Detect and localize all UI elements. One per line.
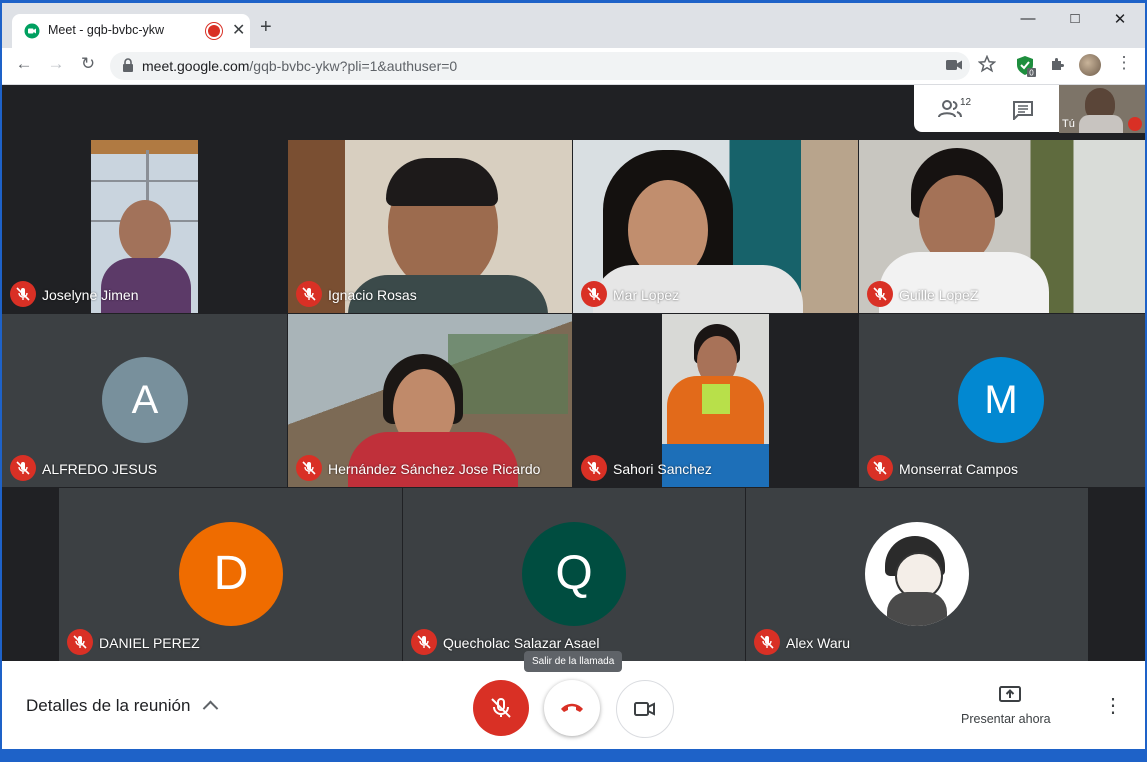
mic-off-icon xyxy=(296,455,322,481)
address-bar[interactable]: meet.google.com/gqb-bvbc-ykw?pli=1&authu… xyxy=(110,52,970,80)
mic-off-icon xyxy=(296,281,322,307)
participant-name: Quecholac Salazar Asael xyxy=(443,635,600,651)
tab-strip: Meet - gqb-bvbc-ykw ✕ + — □ ✕ xyxy=(2,3,1145,48)
profile-avatar[interactable] xyxy=(1079,54,1101,76)
mic-off-icon xyxy=(10,455,36,481)
leave-call-tooltip: Salir de la llamada xyxy=(524,651,623,672)
participant-tile[interactable]: Q Quecholac Salazar Asael xyxy=(403,488,745,661)
chat-icon[interactable] xyxy=(1012,100,1034,120)
microphone-toggle-button[interactable] xyxy=(473,680,529,736)
participant-name: Ignacio Rosas xyxy=(328,287,417,303)
participant-tile[interactable]: Mar Lopez xyxy=(573,140,858,313)
new-tab-button[interactable]: + xyxy=(260,17,272,37)
recording-indicator-icon xyxy=(208,25,220,37)
back-icon[interactable]: ← xyxy=(12,54,36,74)
participant-name: Guille LopeZ xyxy=(899,287,979,303)
browser-window: Meet - gqb-bvbc-ykw ✕ + — □ ✕ ← → ↻ meet… xyxy=(2,3,1145,749)
camera-toggle-button[interactable] xyxy=(616,680,674,738)
participant-tile[interactable]: D DANIEL PEREZ xyxy=(59,488,402,661)
more-options-icon[interactable]: ⋮ xyxy=(1103,696,1123,716)
participant-tile[interactable]: Hernández Sánchez Jose Ricardo xyxy=(288,314,572,487)
participant-tile[interactable]: M Monserrat Campos xyxy=(859,314,1145,487)
meeting-details-label: Detalles de la reunión xyxy=(26,696,191,715)
lock-icon xyxy=(123,58,133,72)
mic-off-icon xyxy=(411,629,437,655)
tab-title: Meet - gqb-bvbc-ykw xyxy=(48,23,165,37)
mic-off-icon xyxy=(491,698,511,718)
mic-off-icon xyxy=(581,455,607,481)
browser-tab[interactable]: Meet - gqb-bvbc-ykw ✕ xyxy=(12,14,250,48)
participant-avatar: Q xyxy=(522,522,626,626)
close-window-icon[interactable]: ✕ xyxy=(1105,10,1135,28)
close-tab-icon[interactable]: ✕ xyxy=(232,20,245,40)
participant-tile[interactable]: Guille LopeZ xyxy=(859,140,1145,313)
mic-off-icon xyxy=(754,629,780,655)
browser-toolbar: ← → ↻ meet.google.com/gqb-bvbc-ykw?pli=1… xyxy=(2,48,1145,85)
video-camera-icon xyxy=(634,702,655,716)
participant-name: Alex Waru xyxy=(786,635,851,651)
participant-tile[interactable]: Joselyne Jimen xyxy=(2,140,287,313)
participant-name: Joselyne Jimen xyxy=(42,287,139,303)
mic-off-icon xyxy=(10,281,36,307)
reload-icon[interactable]: ↻ xyxy=(76,54,100,74)
present-screen-icon xyxy=(999,686,1021,702)
chevron-up-icon xyxy=(202,700,219,717)
shield-extension-icon[interactable]: 0 xyxy=(1016,55,1036,77)
participants-count: 12 xyxy=(960,97,972,108)
participant-name: Hernández Sánchez Jose Ricardo xyxy=(328,461,541,477)
svg-text:0: 0 xyxy=(1029,69,1034,78)
puzzle-extensions-icon[interactable] xyxy=(1049,55,1067,73)
participant-avatar: A xyxy=(102,357,188,443)
participant-avatar-image xyxy=(865,522,969,626)
camera-in-use-icon[interactable] xyxy=(946,59,962,71)
maximize-icon[interactable]: □ xyxy=(1060,10,1090,27)
present-now-button[interactable]: Presentar ahora xyxy=(952,679,1072,735)
mic-off-icon xyxy=(867,455,893,481)
url-text: meet.google.com/gqb-bvbc-ykw?pli=1&authu… xyxy=(142,58,458,74)
leave-call-button[interactable] xyxy=(544,680,600,736)
meet-favicon-icon xyxy=(24,23,40,39)
participant-tile[interactable]: Sahori Sanchez xyxy=(573,314,858,487)
participant-name: DANIEL PEREZ xyxy=(99,635,200,651)
present-now-label: Presentar ahora xyxy=(961,712,1051,726)
participant-name: ALFREDO JESUS xyxy=(42,461,158,477)
participant-name: Mar Lopez xyxy=(613,287,680,303)
mic-off-icon xyxy=(581,281,607,307)
meet-bottom-bar: Detalles de la reunión Presentar ahora ⋮ xyxy=(2,661,1145,749)
participant-name: Monserrat Campos xyxy=(899,461,1019,477)
bookmark-star-icon[interactable] xyxy=(978,55,996,73)
mic-off-icon xyxy=(867,281,893,307)
meeting-details-button[interactable]: Detalles de la reunión xyxy=(26,696,219,717)
self-mic-off-icon xyxy=(1128,117,1142,131)
participant-tile[interactable]: Alex Waru xyxy=(746,488,1088,661)
hang-up-icon xyxy=(561,703,583,712)
participant-name: Sahori Sanchez xyxy=(613,461,712,477)
minimize-icon[interactable]: — xyxy=(1013,10,1043,27)
forward-icon[interactable]: → xyxy=(44,54,68,74)
participant-avatar: M xyxy=(958,357,1044,443)
mic-off-icon xyxy=(67,629,93,655)
self-view-tile[interactable]: Tú xyxy=(1059,85,1145,133)
participant-tile[interactable]: A ALFREDO JESUS xyxy=(2,314,287,487)
self-label: Tú xyxy=(1062,118,1075,130)
participant-avatar: D xyxy=(179,522,283,626)
participant-tile[interactable]: Ignacio Rosas xyxy=(288,140,572,313)
browser-menu-icon[interactable]: ⋮ xyxy=(1112,53,1136,73)
